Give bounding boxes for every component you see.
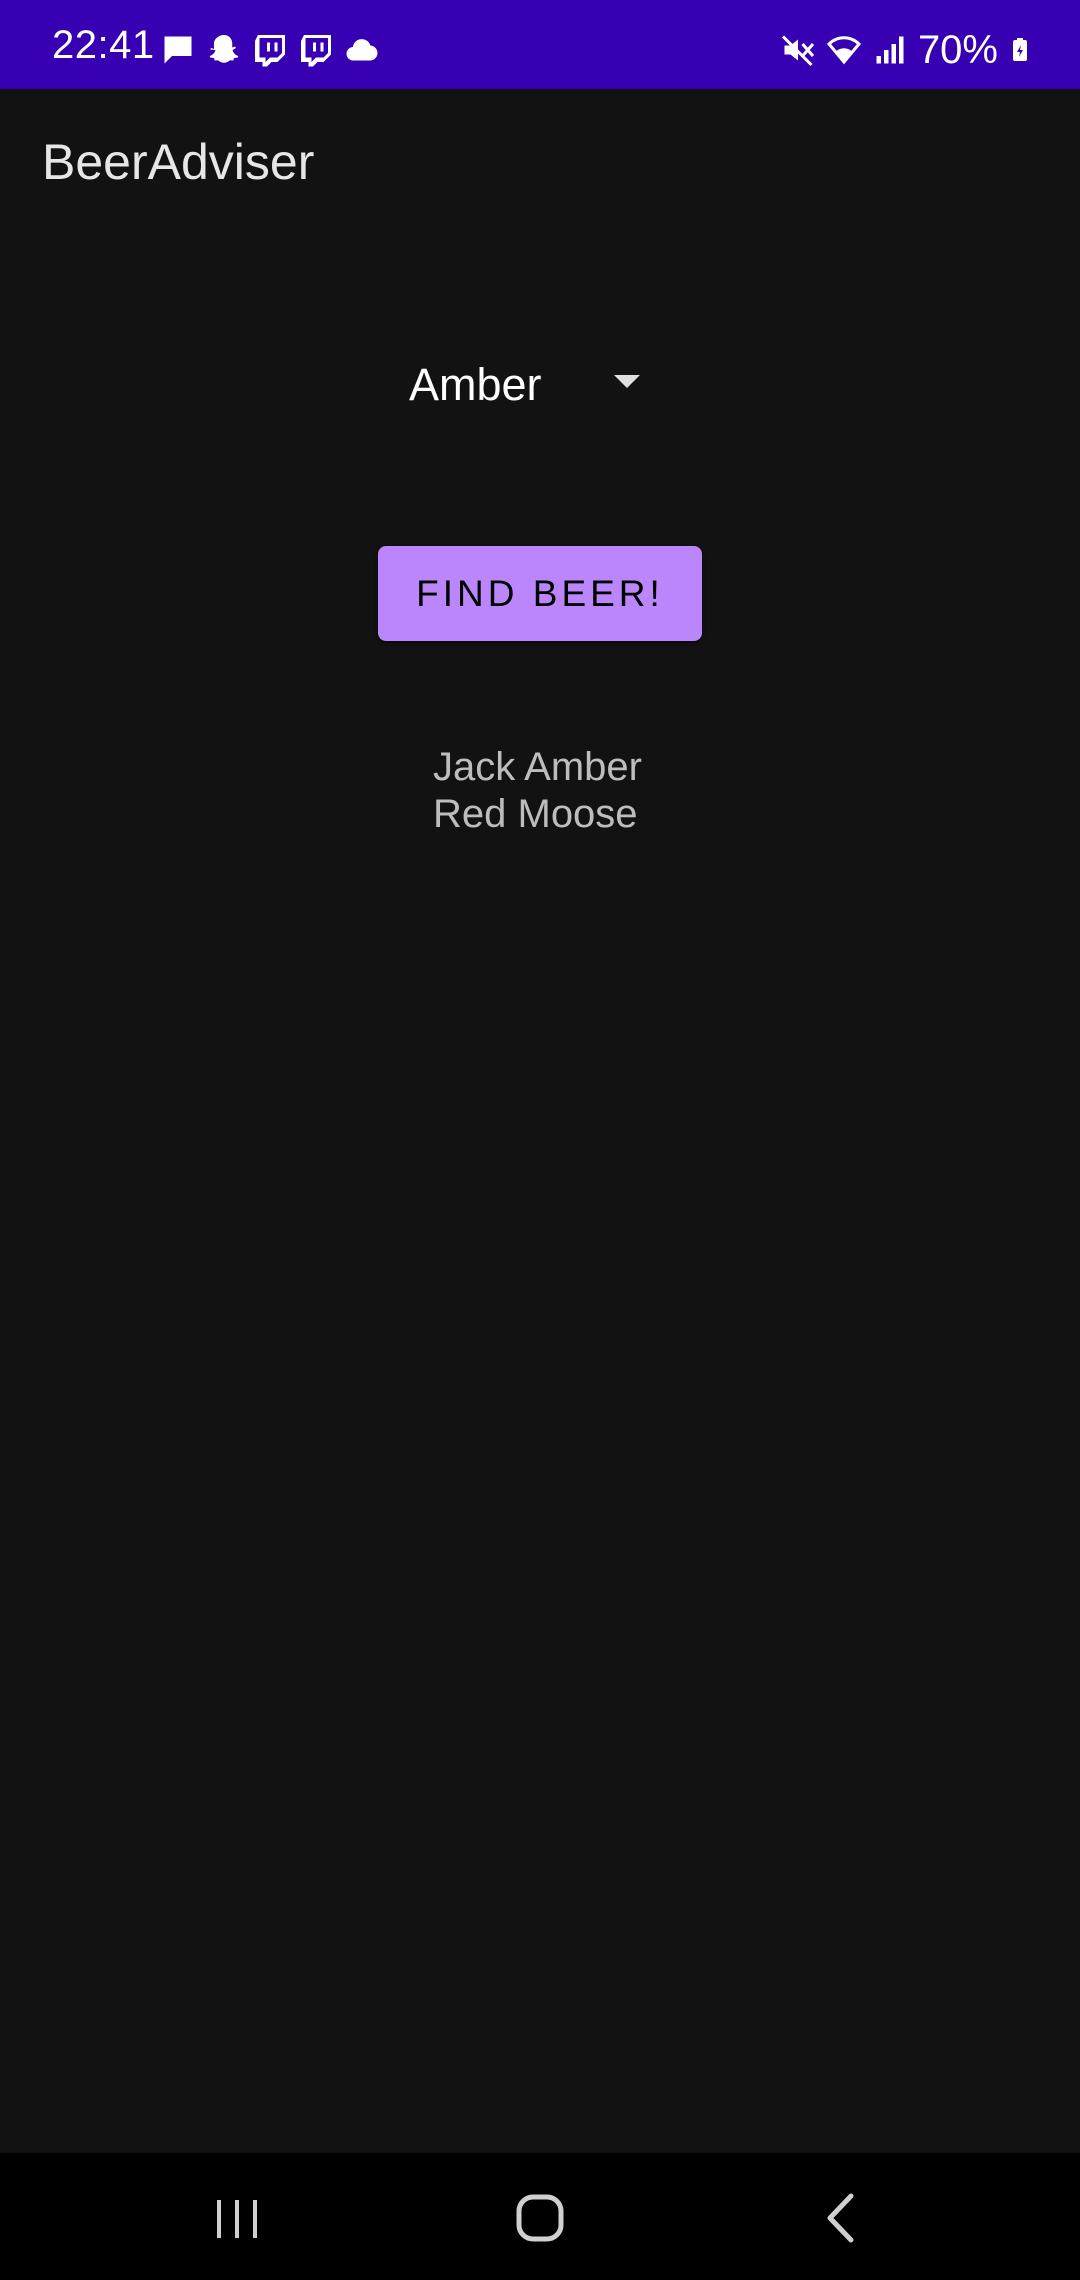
twitch-icon [255,35,285,67]
status-bar: 22:41 70% [0,0,1080,89]
brands-result: Jack Amber Red Moose [433,744,642,838]
result-line: Jack Amber [433,745,642,789]
app-title: BeerAdviser [42,134,315,190]
mute-icon [781,35,815,67]
back-icon[interactable] [808,2183,878,2253]
battery-icon [1013,38,1027,61]
screen: 22:41 70% BeerAdviser Amber FIND BEER! J… [0,0,1080,2280]
status-time: 22:41 [52,23,155,67]
message-icon [164,36,192,64]
beer-color-spinner[interactable]: Amber [385,340,655,430]
result-line: Red Moose [433,792,638,836]
find-beer-button[interactable]: FIND BEER! [378,546,702,641]
notification-icons [160,30,380,70]
dropdown-arrow-icon [614,375,640,388]
signal-icon [876,36,904,64]
snapchat-icon [209,35,239,63]
spinner-selected-value: Amber [409,359,542,410]
app-bar: BeerAdviser [0,89,1080,239]
battery-percent: 70% [917,28,998,72]
cloud-icon [346,39,378,61]
recents-icon[interactable] [202,2183,272,2253]
home-icon[interactable] [505,2183,575,2253]
navigation-bar [0,2153,1080,2280]
twitch-icon [301,35,331,67]
wifi-icon [826,36,861,65]
system-icons: 70% [780,28,1032,72]
